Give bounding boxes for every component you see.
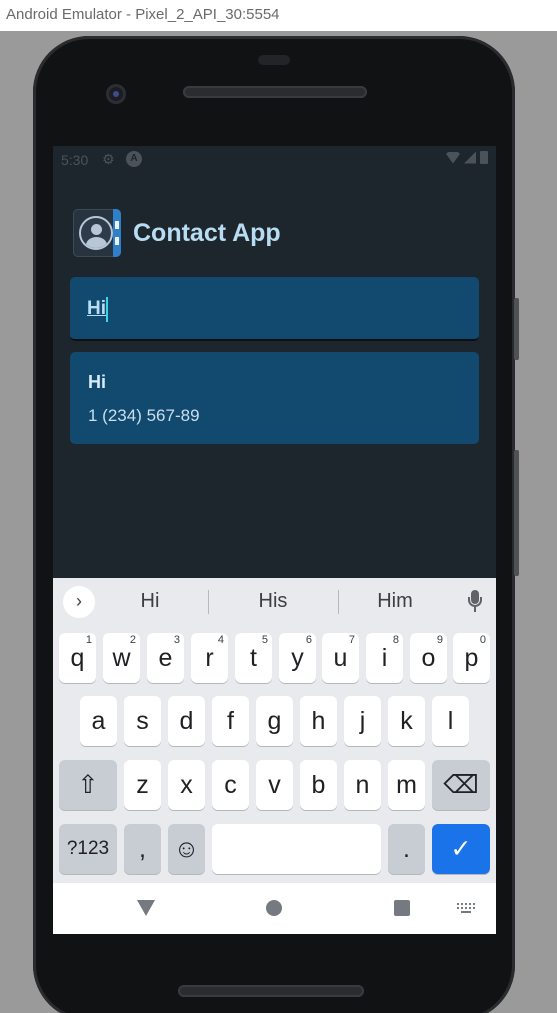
key-f[interactable]: f: [212, 696, 249, 746]
home-icon[interactable]: [266, 900, 282, 916]
status-bar: 5:30 ⚙ A: [53, 146, 496, 174]
suggestion-divider: [338, 590, 339, 614]
key-q[interactable]: q1: [59, 633, 96, 683]
key-x[interactable]: x: [168, 760, 205, 810]
key-h[interactable]: h: [300, 696, 337, 746]
key-d[interactable]: d: [168, 696, 205, 746]
suggestion-divider: [208, 590, 209, 614]
key-w[interactable]: w2: [103, 633, 140, 683]
device-screen: 5:30 ⚙ A Contact App Hi 1 (234) 567-89 ›…: [53, 146, 496, 934]
soft-keyboard: › Hi His Him q1 w2 e3 r4 t5 y6 u7 i8 o9 …: [53, 578, 496, 883]
comma-key[interactable]: ,: [124, 824, 161, 874]
search-field[interactable]: [70, 277, 479, 341]
key-u[interactable]: u7: [322, 633, 359, 683]
key-i[interactable]: i8: [366, 633, 403, 683]
wifi-icon: [446, 151, 460, 164]
suggestion-3[interactable]: Him: [340, 590, 450, 613]
period-key[interactable]: .: [388, 824, 425, 874]
key-e[interactable]: e3: [147, 633, 184, 683]
keyboard-switch-icon[interactable]: [457, 903, 475, 914]
battery-icon: [480, 151, 488, 164]
key-r[interactable]: r4: [191, 633, 228, 683]
chevron-right-icon[interactable]: ›: [63, 586, 95, 618]
signal-icon: [464, 151, 476, 164]
top-speaker: [183, 86, 367, 98]
bottom-speaker: [178, 985, 364, 997]
contact-app-logo-icon: [73, 209, 121, 257]
key-b[interactable]: b: [300, 760, 337, 810]
search-input[interactable]: [87, 298, 387, 320]
mic-icon[interactable]: [465, 588, 485, 616]
key-v[interactable]: v: [256, 760, 293, 810]
contact-phone: 1 (234) 567-89: [88, 406, 200, 425]
earpiece-notch: [258, 55, 290, 65]
key-c[interactable]: c: [212, 760, 249, 810]
done-key[interactable]: ✓: [432, 824, 490, 874]
window-title: Android Emulator - Pixel_2_API_30:5554: [0, 0, 557, 31]
key-o[interactable]: o9: [410, 633, 447, 683]
app-header: Contact App: [73, 209, 281, 257]
backspace-key[interactable]: ⌫: [432, 760, 490, 810]
text-cursor: [106, 297, 108, 322]
key-g[interactable]: g: [256, 696, 293, 746]
shift-key[interactable]: ⇧: [59, 760, 117, 810]
key-y[interactable]: y6: [279, 633, 316, 683]
suggestion-strip: › Hi His Him: [53, 578, 496, 626]
key-t[interactable]: t5: [235, 633, 272, 683]
key-k[interactable]: k: [388, 696, 425, 746]
gear-icon: ⚙: [102, 151, 115, 167]
key-n[interactable]: n: [344, 760, 381, 810]
key-s[interactable]: s: [124, 696, 161, 746]
notification-icon: A: [126, 151, 142, 167]
key-m[interactable]: m: [388, 760, 425, 810]
key-z[interactable]: z: [124, 760, 161, 810]
contact-card[interactable]: Hi 1 (234) 567-89: [70, 352, 479, 444]
emoji-icon[interactable]: ☺: [168, 824, 205, 874]
front-camera: [106, 84, 126, 104]
power-button[interactable]: [514, 298, 519, 360]
back-icon[interactable]: [137, 900, 155, 916]
status-time: 5:30: [61, 152, 89, 168]
key-j[interactable]: j: [344, 696, 381, 746]
navigation-bar: [53, 883, 496, 934]
space-bar[interactable]: [212, 824, 381, 874]
suggestion-1[interactable]: Hi: [95, 590, 205, 613]
key-p[interactable]: p0: [453, 633, 490, 683]
volume-button[interactable]: [514, 450, 519, 576]
status-icons: [446, 151, 488, 164]
key-l[interactable]: l: [432, 696, 469, 746]
recents-icon[interactable]: [394, 900, 410, 916]
suggestion-2[interactable]: His: [218, 590, 328, 613]
symbols-key[interactable]: ?123: [59, 824, 117, 874]
key-a[interactable]: a: [80, 696, 117, 746]
app-title: Contact App: [133, 218, 281, 247]
contact-name: Hi: [88, 372, 106, 392]
